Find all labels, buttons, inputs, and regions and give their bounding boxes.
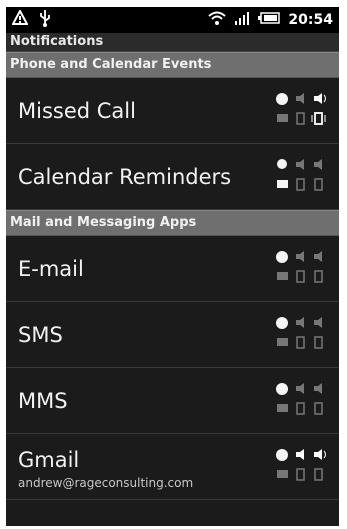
notification-settings-icons [273, 446, 333, 486]
list-item-sublabel: andrew@rageconsulting.com [18, 476, 194, 490]
list-item-missed-call[interactable]: Missed Call [6, 78, 339, 144]
warning-icon [11, 8, 29, 30]
message-icon [277, 272, 288, 280]
sound-icon [296, 317, 304, 328]
sound-icon [314, 251, 322, 262]
sound-icon [314, 93, 326, 104]
led-icon [276, 251, 288, 263]
message-icon [277, 180, 288, 188]
wifi-icon [208, 10, 227, 30]
led-icon [276, 383, 288, 395]
sound-icon [314, 383, 322, 394]
list-item-label: Calendar Reminders [18, 165, 232, 189]
vibrate-icon [311, 112, 326, 125]
section-header-phone-calendar: Phone and Calendar Events [6, 52, 339, 78]
led-icon [276, 449, 288, 461]
list-item-sms[interactable]: SMS [6, 302, 339, 368]
notification-settings-icons [273, 314, 333, 354]
status-time: 20:54 [288, 12, 333, 28]
notification-settings-icons [273, 156, 333, 196]
sound-icon [314, 317, 322, 328]
sound-icon [296, 251, 304, 262]
list-item-gmail[interactable]: Gmail andrew@rageconsulting.com [6, 434, 339, 500]
list-item-label: Gmail [18, 448, 80, 472]
vibrate-icon [314, 336, 323, 349]
message-icon [277, 404, 288, 412]
vibrate-icon [296, 178, 305, 191]
usb-icon [38, 9, 52, 31]
battery-icon [258, 12, 281, 28]
list-item-calendar-reminders[interactable]: Calendar Reminders [6, 144, 339, 210]
vibrate-icon [314, 178, 323, 191]
sound-icon [314, 449, 326, 460]
vibrate-icon [296, 336, 305, 349]
page-title: Notifications [6, 33, 339, 52]
notification-settings-icons [273, 380, 333, 420]
sound-icon [296, 159, 304, 170]
message-icon [277, 114, 288, 122]
message-icon [277, 470, 288, 478]
notification-settings-icons [273, 248, 333, 288]
list-item-label: SMS [18, 323, 63, 347]
notification-settings-icons [273, 90, 333, 130]
vibrate-icon [314, 402, 323, 415]
list-item-label: Missed Call [18, 99, 136, 123]
vibrate-icon [296, 402, 305, 415]
phone-screen: 20:54 Notifications Phone and Calendar E… [6, 7, 339, 526]
sound-icon [296, 93, 304, 104]
list-item-label: MMS [18, 389, 68, 413]
sound-icon [314, 159, 322, 170]
vibrate-icon [314, 270, 323, 283]
led-icon [277, 159, 287, 169]
vibrate-icon [314, 468, 323, 481]
message-icon [277, 338, 288, 346]
vibrate-icon [296, 270, 305, 283]
sound-icon [296, 383, 304, 394]
list-item-mms[interactable]: MMS [6, 368, 339, 434]
list-item-label: E-mail [18, 257, 84, 281]
list-item-email[interactable]: E-mail [6, 236, 339, 302]
status-bar: 20:54 [6, 7, 339, 33]
section-header-mail-messaging: Mail and Messaging Apps [6, 210, 339, 236]
sound-icon [296, 449, 304, 460]
led-icon [276, 317, 288, 329]
led-icon [276, 93, 288, 105]
signal-icon [234, 11, 250, 29]
vibrate-icon [296, 468, 305, 481]
vibrate-icon [296, 112, 305, 125]
